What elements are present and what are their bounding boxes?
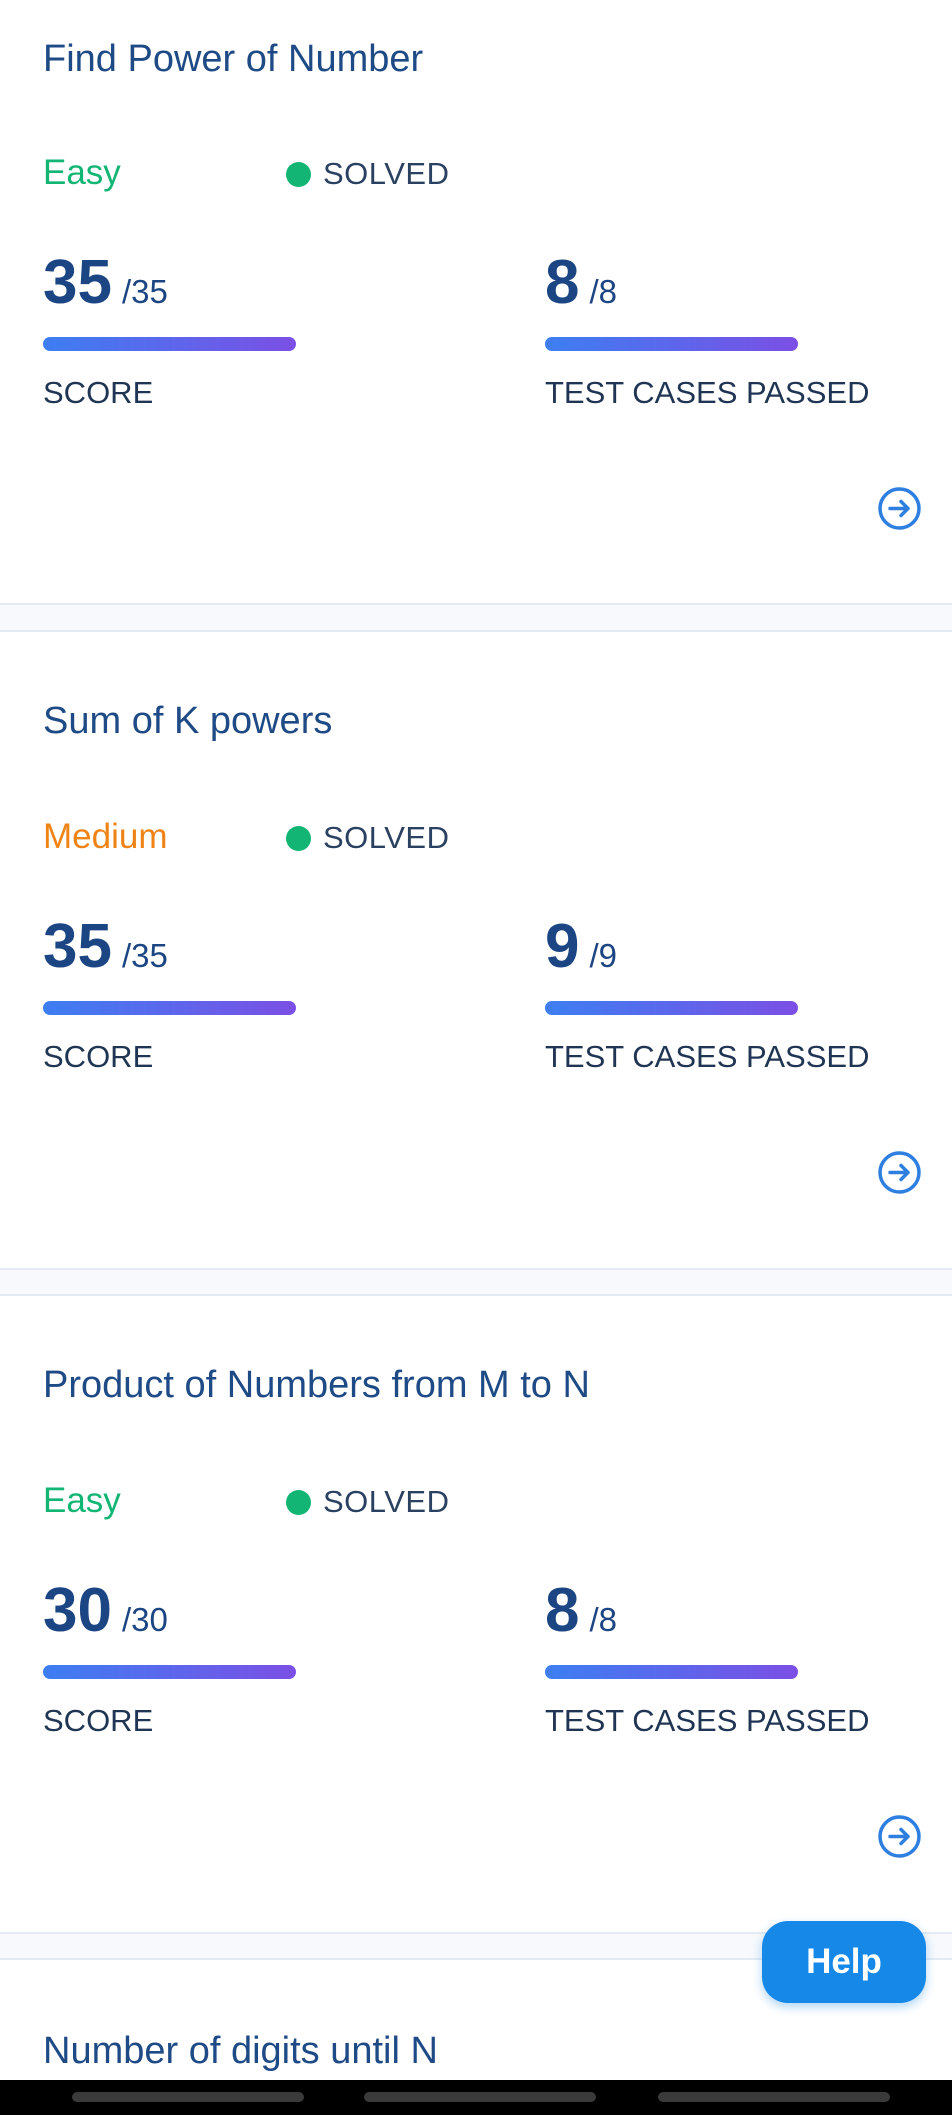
test-cases-progress-bar	[545, 1001, 798, 1015]
test-cases-metric: 8/8 TEST CASES PASSED	[545, 247, 905, 417]
score-total: /30	[121, 1601, 168, 1638]
status-badge: SOLVED	[286, 1484, 449, 1520]
problem-title[interactable]: Sum of K powers	[43, 700, 332, 743]
system-navigation-bar	[0, 2080, 952, 2115]
problem-title[interactable]: Number of digits until N	[43, 2030, 438, 2073]
solved-dot-icon	[286, 825, 311, 851]
difficulty-badge: Easy	[43, 1481, 121, 1520]
help-button[interactable]: Help	[762, 1921, 926, 2003]
test-cases-label: TEST CASES PASSED	[545, 375, 870, 410]
test-cases-progress-bar	[545, 337, 798, 351]
score-progress-bar	[43, 1001, 296, 1015]
problem-title[interactable]: Product of Numbers from M to N	[43, 1364, 590, 1407]
score-label: SCORE	[43, 1703, 154, 1738]
score-value: 35	[43, 912, 112, 981]
test-cases-metric: 9/9 TEST CASES PASSED	[545, 911, 905, 1081]
problem-title[interactable]: Find Power of Number	[43, 38, 423, 81]
difficulty-badge: Medium	[43, 817, 168, 856]
nav-handle[interactable]	[658, 2092, 890, 2102]
status-text: SOLVED	[323, 156, 450, 191]
score-progress-bar	[43, 337, 296, 351]
test-cases-total: /9	[589, 937, 618, 974]
status-badge: SOLVED	[286, 820, 449, 856]
test-cases-total: /8	[589, 273, 618, 310]
score-metric: 30/30 SCORE	[43, 1575, 343, 1745]
test-cases-total: /8	[589, 1601, 618, 1638]
test-cases-value: 8	[545, 1576, 580, 1645]
nav-handle[interactable]	[364, 2092, 596, 2102]
status-text: SOLVED	[323, 820, 450, 855]
test-cases-value: 8	[545, 248, 580, 317]
test-cases-label: TEST CASES PASSED	[545, 1703, 870, 1738]
problem-card-1[interactable]: Find Power of Number Easy SOLVED 35/35 S…	[0, 0, 952, 605]
score-value: 35	[43, 248, 112, 317]
score-label: SCORE	[43, 1039, 154, 1074]
arrow-right-circle-icon[interactable]	[877, 1150, 922, 1195]
difficulty-badge: Easy	[43, 153, 121, 192]
status-text: SOLVED	[323, 1484, 450, 1519]
status-badge: SOLVED	[286, 156, 449, 192]
test-cases-metric: 8/8 TEST CASES PASSED	[545, 1575, 905, 1745]
test-cases-label: TEST CASES PASSED	[545, 1039, 870, 1074]
score-metric: 35/35 SCORE	[43, 247, 343, 417]
problem-card-2[interactable]: Sum of K powers Medium SOLVED 35/35 SCOR…	[0, 630, 952, 1270]
card-divider	[0, 605, 952, 630]
test-cases-value: 9	[545, 912, 580, 981]
score-total: /35	[121, 937, 168, 974]
nav-handle[interactable]	[72, 2092, 304, 2102]
score-progress-bar	[43, 1665, 296, 1679]
score-value: 30	[43, 1576, 112, 1645]
score-metric: 35/35 SCORE	[43, 911, 343, 1081]
arrow-right-circle-icon[interactable]	[877, 486, 922, 531]
solved-dot-icon	[286, 161, 311, 187]
score-label: SCORE	[43, 375, 154, 410]
score-total: /35	[121, 273, 168, 310]
test-cases-progress-bar	[545, 1665, 798, 1679]
arrow-right-circle-icon[interactable]	[877, 1814, 922, 1859]
solved-dot-icon	[286, 1489, 311, 1515]
problem-card-3[interactable]: Product of Numbers from M to N Easy SOLV…	[0, 1294, 952, 1934]
card-divider	[0, 1270, 952, 1294]
